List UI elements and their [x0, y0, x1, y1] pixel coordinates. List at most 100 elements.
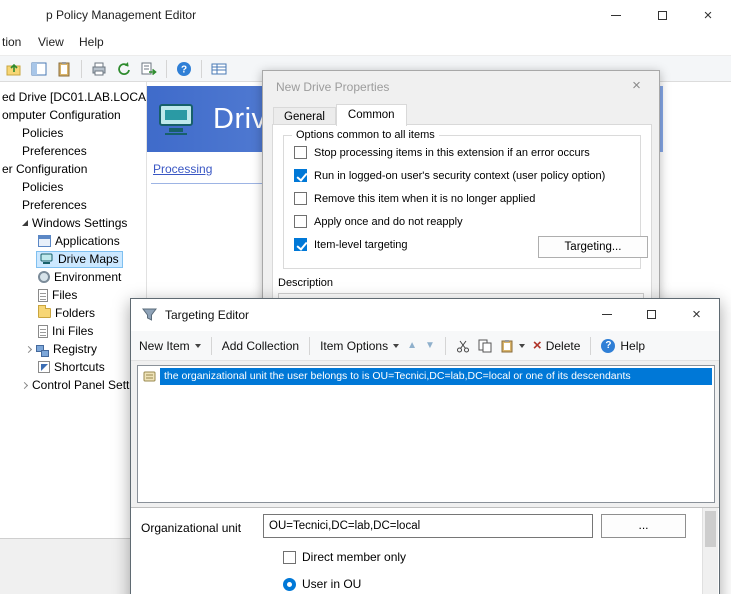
button-label: New Item — [139, 339, 190, 353]
tree-item-label: Windows Settings — [32, 216, 127, 230]
files-icon — [38, 289, 48, 302]
collapsed-chevron-icon[interactable] — [25, 345, 32, 352]
help-icon: ? — [601, 339, 615, 353]
option-item-level-targeting[interactable]: Item-level targeting — [294, 238, 408, 251]
menu-action[interactable]: tion — [2, 35, 21, 49]
up-level-icon[interactable] — [4, 59, 24, 79]
tree-item-label: Policies — [22, 126, 63, 140]
processing-section: Processing — [151, 158, 263, 184]
tree-item-computer-configuration[interactable]: omputer Configuration — [0, 106, 146, 124]
tree-item-environment[interactable]: Environment — [0, 268, 146, 286]
direct-member-only-option[interactable]: Direct member only — [283, 550, 406, 564]
tree-horizontal-scrollbar[interactable] — [0, 538, 147, 594]
vertical-scrollbar[interactable] — [702, 508, 718, 594]
browse-button[interactable]: ... — [601, 514, 686, 538]
list-view-icon[interactable] — [209, 59, 229, 79]
clipboard-icon[interactable] — [54, 59, 74, 79]
refresh-icon[interactable] — [114, 59, 134, 79]
tree-item-user-configuration[interactable]: er Configuration — [0, 160, 146, 178]
item-options-button[interactable]: Item Options — [320, 339, 399, 353]
radio-checked[interactable] — [283, 578, 296, 591]
close-button[interactable]: × — [674, 299, 719, 330]
help-button[interactable]: ? Help — [601, 339, 645, 353]
tree-item-drive-maps[interactable]: Drive Maps — [0, 250, 146, 268]
description-label: Description — [278, 277, 333, 289]
ou-condition-icon — [143, 370, 156, 383]
targeting-button[interactable]: Targeting... — [538, 236, 648, 258]
help-icon[interactable]: ? — [174, 59, 194, 79]
option-run-in-user-context[interactable]: Run in logged-on user's security context… — [294, 169, 605, 182]
printer-icon[interactable] — [89, 59, 109, 79]
maximize-button[interactable] — [629, 299, 674, 330]
checkbox-unchecked[interactable] — [294, 192, 307, 205]
tree-item-applications[interactable]: Applications — [0, 232, 146, 250]
tree-item-folders[interactable]: Folders — [0, 304, 146, 322]
close-icon: × — [632, 77, 641, 94]
console-tree-icon[interactable] — [29, 59, 49, 79]
button-label: Add Collection — [222, 339, 299, 353]
scrollbar-thumb[interactable] — [705, 511, 716, 547]
minimize-button[interactable] — [584, 299, 629, 330]
svg-text:?: ? — [181, 64, 187, 75]
checkbox-unchecked[interactable] — [294, 146, 307, 159]
toolbar-separator — [309, 337, 310, 355]
checkbox-unchecked[interactable] — [294, 215, 307, 228]
tree-item-files[interactable]: Files — [0, 286, 146, 304]
tree-item-windows-settings[interactable]: Windows Settings — [0, 214, 146, 232]
copy-button[interactable] — [478, 339, 492, 353]
cut-button[interactable] — [456, 339, 470, 353]
tree-item-label: ed Drive [DC01.LAB.LOCA — [2, 90, 146, 104]
option-remove-when-not-applied[interactable]: Remove this item when it is no longer ap… — [294, 192, 535, 205]
option-label: Run in logged-on user's security context… — [314, 170, 605, 182]
tree-item-policies-user[interactable]: Policies — [0, 178, 146, 196]
option-apply-once[interactable]: Apply once and do not reapply — [294, 215, 463, 228]
tree-item-policies[interactable]: Policies — [0, 124, 146, 142]
options-groupbox: Options common to all items Stop process… — [283, 135, 641, 269]
tree-item-ini-files[interactable]: Ini Files — [0, 322, 146, 340]
export-list-icon[interactable] — [139, 59, 159, 79]
user-in-ou-option[interactable]: User in OU — [283, 577, 361, 591]
menu-view[interactable]: View — [38, 35, 64, 49]
expanded-arrow-icon[interactable] — [22, 220, 28, 226]
option-label: Apply once and do not reapply — [314, 216, 463, 228]
tab-common[interactable]: Common — [336, 104, 407, 126]
minimize-icon — [611, 15, 621, 16]
window-title: p Policy Management Editor — [46, 8, 196, 22]
targeting-items-list[interactable]: the organizational unit the user belongs… — [137, 365, 715, 503]
menu-help[interactable]: Help — [79, 35, 104, 49]
organizational-unit-input[interactable] — [263, 514, 593, 538]
new-drive-properties-dialog: New Drive Properties × General Common Op… — [262, 70, 660, 312]
tree-item-shortcuts[interactable]: Shortcuts — [0, 358, 146, 376]
collapsed-chevron-icon[interactable] — [21, 381, 28, 388]
tree-item-registry[interactable]: Registry — [0, 340, 146, 358]
delete-button[interactable]: × Delete — [533, 338, 580, 353]
toolbar-separator — [211, 337, 212, 355]
add-collection-button[interactable]: Add Collection — [222, 339, 299, 353]
tree-item-label: Applications — [55, 234, 120, 248]
processing-link[interactable]: Processing — [153, 162, 212, 176]
tree-item-control-panel-settings[interactable]: Control Panel Sett — [0, 376, 146, 394]
paste-button[interactable] — [500, 339, 525, 353]
option-stop-processing[interactable]: Stop processing items in this extension … — [294, 146, 590, 159]
button-label: Item Options — [320, 339, 388, 353]
new-item-button[interactable]: New Item — [139, 339, 201, 353]
tree-item-preferences[interactable]: Preferences — [0, 142, 146, 160]
minimize-button[interactable] — [593, 0, 639, 30]
option-label: Remove this item when it is no longer ap… — [314, 193, 535, 205]
toolbar-separator — [590, 337, 591, 355]
maximize-button[interactable] — [639, 0, 685, 30]
tree-item-mapped-drive[interactable]: ed Drive [DC01.LAB.LOCA — [0, 88, 146, 106]
console-tree: ed Drive [DC01.LAB.LOCA omputer Configur… — [0, 82, 147, 538]
move-up-button[interactable]: ▲ — [407, 340, 417, 351]
close-icon: × — [704, 8, 713, 23]
move-down-button[interactable]: ▼ — [425, 340, 435, 351]
close-button[interactable]: × — [614, 71, 659, 100]
checkbox-checked[interactable] — [294, 169, 307, 182]
dialog-title: New Drive Properties — [276, 80, 389, 94]
menu-bar: tion View Help — [0, 30, 731, 55]
tree-item-preferences-user[interactable]: Preferences — [0, 196, 146, 214]
checkbox-unchecked[interactable] — [283, 551, 296, 564]
close-button[interactable]: × — [685, 0, 731, 30]
list-item[interactable]: the organizational unit the user belongs… — [140, 368, 712, 385]
checkbox-checked[interactable] — [294, 238, 307, 251]
